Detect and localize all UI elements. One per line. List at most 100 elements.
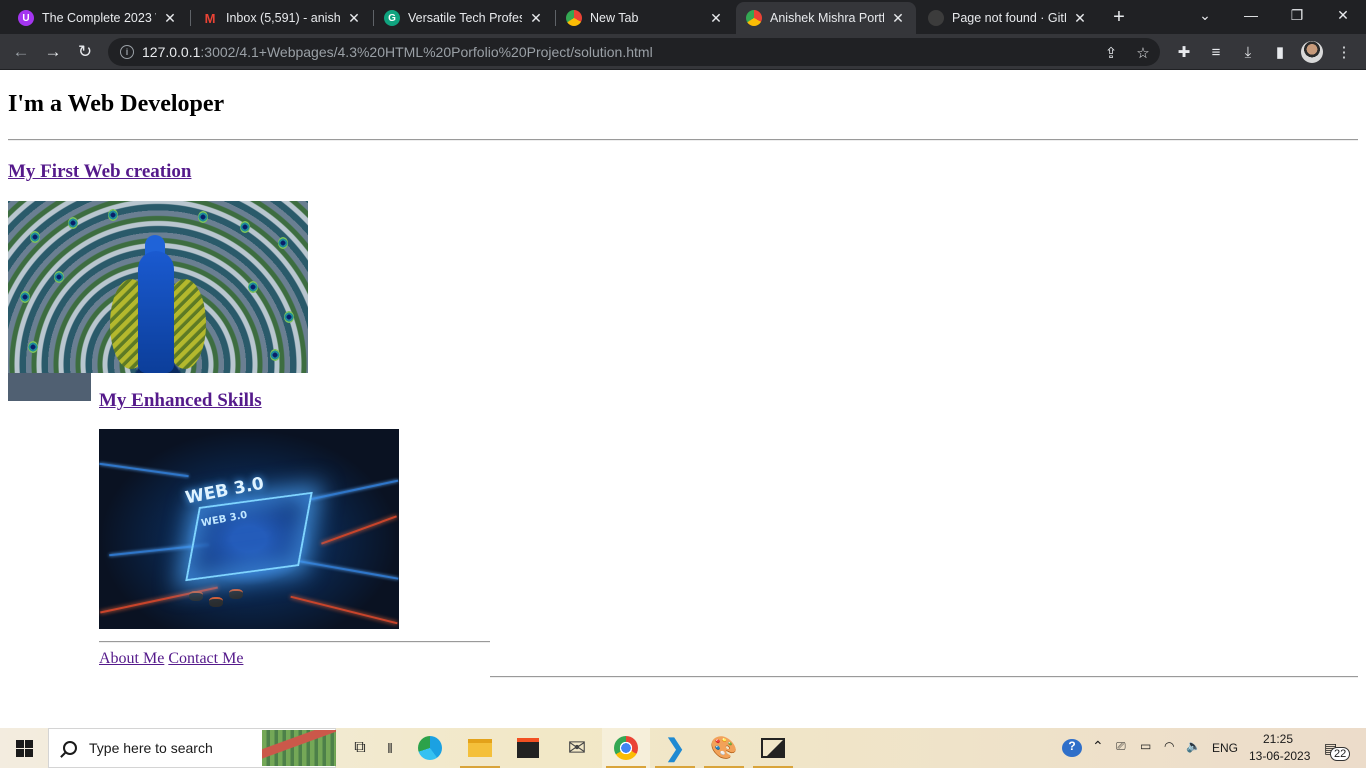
- forward-button[interactable]: →: [40, 39, 66, 65]
- vscode-icon: ❯: [664, 734, 686, 762]
- widgets-button[interactable]: ‖: [370, 728, 410, 768]
- profile-avatar[interactable]: [1301, 41, 1323, 63]
- share-icon[interactable]: ⇪: [1102, 44, 1120, 62]
- capacitor: [189, 591, 203, 601]
- bookmark-star-icon[interactable]: ☆: [1134, 44, 1152, 62]
- mail-app[interactable]: ✉: [553, 728, 601, 768]
- project-2-heading: My Enhanced Skills: [99, 390, 262, 412]
- menu-kebab-icon[interactable]: ⋮: [1334, 42, 1354, 62]
- clock-date[interactable]: 13-06-2023: [1249, 749, 1310, 763]
- clock-time[interactable]: 21:25: [1263, 732, 1293, 746]
- feather-eye: [198, 211, 208, 223]
- tab-udemy[interactable]: U The Complete 2023 Web Development Boot…: [8, 2, 188, 34]
- chrome-icon: [746, 10, 762, 26]
- divider-icon: ‖: [387, 740, 393, 756]
- photos-app[interactable]: [749, 728, 797, 768]
- capacitor: [229, 589, 243, 599]
- project-1-link[interactable]: My First Web creation: [8, 161, 191, 182]
- download-icon[interactable]: ⤓: [1238, 42, 1258, 62]
- close-tab-icon[interactable]: ✕: [1072, 10, 1088, 27]
- web3-image[interactable]: WEB 3.0 WEB 3.0: [99, 429, 399, 629]
- extensions-icon[interactable]: ✚: [1174, 42, 1194, 62]
- tab-title: Anishek Mishra Portfolio: [770, 11, 884, 25]
- help-tray-icon[interactable]: ?: [1062, 739, 1082, 757]
- notification-count-badge: 22: [1330, 747, 1351, 761]
- search-highlight-image: [262, 730, 336, 766]
- tab-github[interactable]: Page not found · GitHub ✕: [918, 2, 1098, 34]
- tab-strip: U The Complete 2023 Web Development Boot…: [0, 0, 1366, 34]
- tab-gmail[interactable]: M Inbox (5,591) - anishek ✕: [192, 2, 372, 34]
- wifi-icon[interactable]: ◠: [1164, 739, 1174, 753]
- back-button[interactable]: ←: [8, 39, 34, 65]
- browser-toolbar: ← → ↻ i 127.0.0.1:3002/4.1+Webpages/4.3%…: [0, 34, 1366, 70]
- tab-title: The Complete 2023 Web Development Bootca…: [42, 11, 156, 25]
- feather-eye: [54, 271, 64, 283]
- project-2-link[interactable]: My Enhanced Skills: [99, 390, 262, 411]
- tab-title: Page not found · GitHub: [952, 11, 1066, 25]
- reload-button[interactable]: ↻: [72, 39, 98, 65]
- page-content: I'm a Web Developer My First Web creatio…: [0, 70, 1366, 728]
- file-explorer-app[interactable]: [456, 728, 504, 768]
- feather-eye: [20, 291, 30, 303]
- image-overflow-strip: [8, 373, 91, 401]
- feather-eye: [30, 231, 40, 243]
- address-bar[interactable]: i 127.0.0.1:3002/4.1+Webpages/4.3%20HTML…: [108, 38, 1160, 66]
- paint-app[interactable]: 🎨: [700, 728, 748, 768]
- meet-now-icon[interactable]: ⎚: [1116, 739, 1126, 754]
- tab-search-button[interactable]: ⌄: [1182, 0, 1228, 30]
- feather-eye: [68, 217, 78, 229]
- tab-portfolio-active[interactable]: Anishek Mishra Portfolio ✕: [736, 2, 916, 34]
- about-me-link[interactable]: About Me: [99, 650, 164, 667]
- circuit-trace: [99, 462, 189, 478]
- start-button[interactable]: [0, 728, 48, 768]
- vscode-app[interactable]: ❯: [651, 728, 699, 768]
- edge-app[interactable]: [406, 728, 454, 768]
- feather-eye: [28, 341, 38, 353]
- language-indicator[interactable]: ENG: [1212, 741, 1238, 755]
- task-view-icon: ⧉: [354, 739, 366, 756]
- restore-button[interactable]: ❐: [1274, 0, 1320, 30]
- tab-title: New Tab: [590, 11, 639, 25]
- close-tab-icon[interactable]: ✕: [890, 10, 906, 27]
- udemy-icon: U: [18, 10, 34, 26]
- windows-logo-icon: [24, 748, 33, 757]
- search-placeholder: Type here to search: [89, 740, 213, 756]
- divider: [99, 641, 490, 643]
- project-1-heading: My First Web creation: [8, 161, 191, 183]
- circuit-trace: [290, 595, 398, 625]
- close-tab-icon[interactable]: ✕: [162, 10, 178, 27]
- close-tab-icon[interactable]: ✕: [708, 10, 724, 27]
- windows-logo-icon: [15, 748, 24, 757]
- store-app[interactable]: [504, 728, 552, 768]
- feather-eye: [270, 349, 280, 361]
- close-tab-icon[interactable]: ✕: [346, 10, 362, 27]
- tab-chatgpt[interactable]: G Versatile Tech Professional ✕: [374, 2, 554, 34]
- tab-title: Inbox (5,591) - anishek: [226, 11, 340, 25]
- divider: [490, 676, 1358, 678]
- github-icon: [928, 10, 944, 26]
- tab-title: Versatile Tech Professional: [408, 11, 522, 25]
- chrome-icon: [566, 10, 582, 26]
- store-icon: [517, 738, 539, 758]
- battery-icon[interactable]: ▭: [1140, 739, 1151, 753]
- feather-eye: [108, 209, 118, 221]
- feather-eye: [248, 281, 258, 293]
- minimize-button[interactable]: —: [1228, 0, 1274, 30]
- chrome-icon: [614, 736, 638, 760]
- peacock-image[interactable]: [8, 201, 308, 373]
- new-tab-button[interactable]: +: [1106, 4, 1132, 30]
- url-path: :3002/4.1+Webpages/4.3%20HTML%20Porfolio…: [200, 44, 653, 60]
- close-tab-icon[interactable]: ✕: [528, 10, 544, 27]
- mail-icon: ✉: [567, 735, 587, 760]
- site-info-icon[interactable]: i: [120, 45, 134, 59]
- contact-me-link[interactable]: Contact Me: [168, 650, 243, 667]
- volume-icon[interactable]: 🔈: [1186, 739, 1201, 753]
- chrome-app[interactable]: [602, 728, 650, 768]
- side-panel-icon[interactable]: ▮: [1270, 42, 1290, 62]
- close-window-button[interactable]: ✕: [1320, 0, 1366, 30]
- chevron-up-icon[interactable]: ⌃: [1092, 738, 1104, 755]
- media-control-icon[interactable]: ≡: [1206, 42, 1226, 62]
- tab-divider: [190, 10, 191, 26]
- windows-logo-icon: [15, 739, 24, 748]
- tab-new-tab[interactable]: New Tab ✕: [556, 2, 734, 34]
